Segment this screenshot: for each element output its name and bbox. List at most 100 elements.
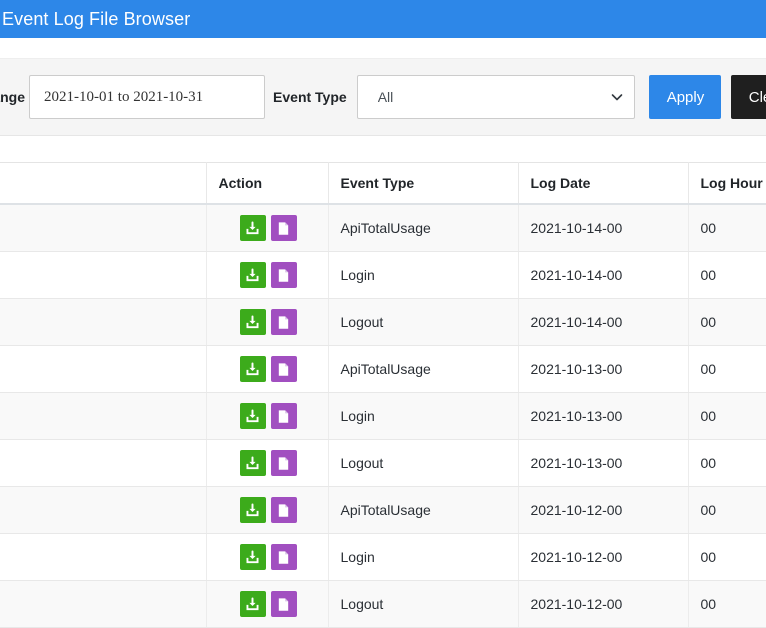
download-icon	[246, 268, 259, 281]
cell-log-hour: 00	[688, 439, 766, 487]
download-button[interactable]	[239, 544, 266, 570]
app-header: Event Log File Browser	[0, 0, 766, 38]
date-range-input[interactable]	[29, 75, 266, 119]
download-button[interactable]	[239, 356, 266, 382]
cell-id: 00CLivWAG	[0, 580, 207, 628]
table-scroll-container[interactable]: Action Event Type Log Date Log Hour 00CM…	[0, 162, 766, 628]
download-button[interactable]	[239, 403, 266, 429]
cell-action	[206, 392, 329, 440]
download-button[interactable]	[239, 262, 266, 288]
cell-log-date: 2021-10-13-00	[518, 345, 689, 393]
cell-action	[206, 251, 329, 299]
cell-log-date: 2021-10-14-00	[518, 251, 689, 299]
table-body: 00CMBgWAOApiTotalUsage2021-10-14-000000C…	[0, 204, 766, 628]
event-log-table: Action Event Type Log Date Log Hour 00CM…	[0, 162, 766, 628]
column-header-action[interactable]: Action	[206, 162, 329, 205]
apply-button[interactable]: Apply	[648, 75, 721, 119]
cell-log-hour: 00	[688, 204, 766, 252]
table-row: 00CLxvWAG ApiTotalUsage2021-10-13-0000	[0, 345, 766, 393]
download-icon	[246, 221, 259, 234]
cell-event-type: Login	[328, 251, 519, 299]
event-type-select[interactable]: All	[356, 75, 635, 119]
view-file-button[interactable]	[270, 262, 297, 288]
file-document-icon	[278, 221, 289, 235]
cell-id: 00CLxvWAG	[0, 345, 207, 393]
cell-log-date: 2021-10-13-00	[518, 392, 689, 440]
table-row: 00CLxwWAG Login2021-10-13-0000	[0, 392, 766, 440]
view-file-button[interactable]	[270, 356, 297, 382]
event-type-select-wrapper: All	[356, 75, 635, 119]
file-document-icon	[278, 409, 289, 423]
download-icon	[246, 362, 259, 375]
download-button[interactable]	[239, 591, 266, 617]
view-file-button[interactable]	[270, 309, 297, 335]
table-header: Action Event Type Log Date Log Hour	[0, 162, 766, 205]
cell-id: 00CLiuWAG	[0, 533, 207, 581]
cell-event-type: ApiTotalUsage	[328, 345, 519, 393]
cell-event-type: Logout	[328, 580, 519, 628]
cell-id: 00CMBiWAO	[0, 298, 207, 346]
column-header-log-date[interactable]: Log Date	[518, 162, 689, 205]
event-type-group: Event Type All	[265, 75, 635, 119]
cell-event-type: Login	[328, 392, 519, 440]
download-icon	[246, 503, 259, 516]
cell-id: 00CMBhWAO	[0, 251, 207, 299]
cell-action	[206, 580, 329, 628]
table-row: 00CLxxWAG Logout2021-10-13-0000	[0, 439, 766, 487]
clear-button[interactable]: Clear	[730, 75, 766, 119]
file-document-icon	[278, 362, 289, 376]
table-row: 00CLiuWAG Login2021-10-12-0000	[0, 533, 766, 581]
view-file-button[interactable]	[270, 450, 297, 476]
view-file-button[interactable]	[270, 497, 297, 523]
cell-log-date: 2021-10-13-00	[518, 439, 689, 487]
download-button[interactable]	[239, 215, 266, 241]
table-row: 00CMBiWAO Logout2021-10-14-0000	[0, 298, 766, 346]
download-icon	[246, 409, 259, 422]
cell-event-type: Logout	[328, 298, 519, 346]
column-header-log-hour[interactable]: Log Hour	[688, 162, 766, 205]
cell-event-type: Login	[328, 533, 519, 581]
cell-log-date: 2021-10-12-00	[518, 486, 689, 534]
file-document-icon	[278, 597, 289, 611]
column-header-id[interactable]	[0, 162, 207, 205]
cell-event-type: ApiTotalUsage	[328, 204, 519, 252]
file-document-icon	[278, 456, 289, 470]
view-file-button[interactable]	[270, 544, 297, 570]
view-file-button[interactable]	[270, 591, 297, 617]
column-header-event-type[interactable]: Event Type	[328, 162, 519, 205]
table-row: 00CLivWAG Logout2021-10-12-0000	[0, 580, 766, 628]
cell-action	[206, 439, 329, 487]
cell-event-type: ApiTotalUsage	[328, 486, 519, 534]
view-file-button[interactable]	[270, 403, 297, 429]
cell-log-hour: 00	[688, 298, 766, 346]
cell-log-hour: 00	[688, 392, 766, 440]
table-spacer	[0, 136, 766, 162]
cell-log-date: 2021-10-12-00	[518, 580, 689, 628]
download-icon	[246, 550, 259, 563]
cell-log-hour: 00	[688, 345, 766, 393]
date-range-group: Date Range	[0, 75, 266, 119]
header-spacer	[0, 38, 766, 58]
cell-id: 00CMBgWAO	[0, 204, 207, 252]
cell-action	[206, 204, 329, 252]
file-document-icon	[278, 503, 289, 517]
cell-log-hour: 00	[688, 486, 766, 534]
download-icon	[246, 597, 259, 610]
cell-log-date: 2021-10-14-00	[518, 298, 689, 346]
cell-log-hour: 00	[688, 580, 766, 628]
file-document-icon	[278, 550, 289, 564]
cell-log-date: 2021-10-12-00	[518, 533, 689, 581]
table-row: 00CMBhWAO Login2021-10-14-0000	[0, 251, 766, 299]
cell-log-hour: 00	[688, 251, 766, 299]
page-title: Event Log File Browser	[2, 8, 191, 29]
table-header-row: Action Event Type Log Date Log Hour	[0, 162, 766, 205]
cell-id: 00CLxwWAG	[0, 392, 207, 440]
download-icon	[246, 315, 259, 328]
download-button[interactable]	[239, 450, 266, 476]
download-button[interactable]	[239, 309, 266, 335]
view-file-button[interactable]	[270, 215, 297, 241]
download-button[interactable]	[239, 497, 266, 523]
cell-id: 00CLitWAG	[0, 486, 207, 534]
cell-action	[206, 298, 329, 346]
cell-log-hour: 00	[688, 533, 766, 581]
